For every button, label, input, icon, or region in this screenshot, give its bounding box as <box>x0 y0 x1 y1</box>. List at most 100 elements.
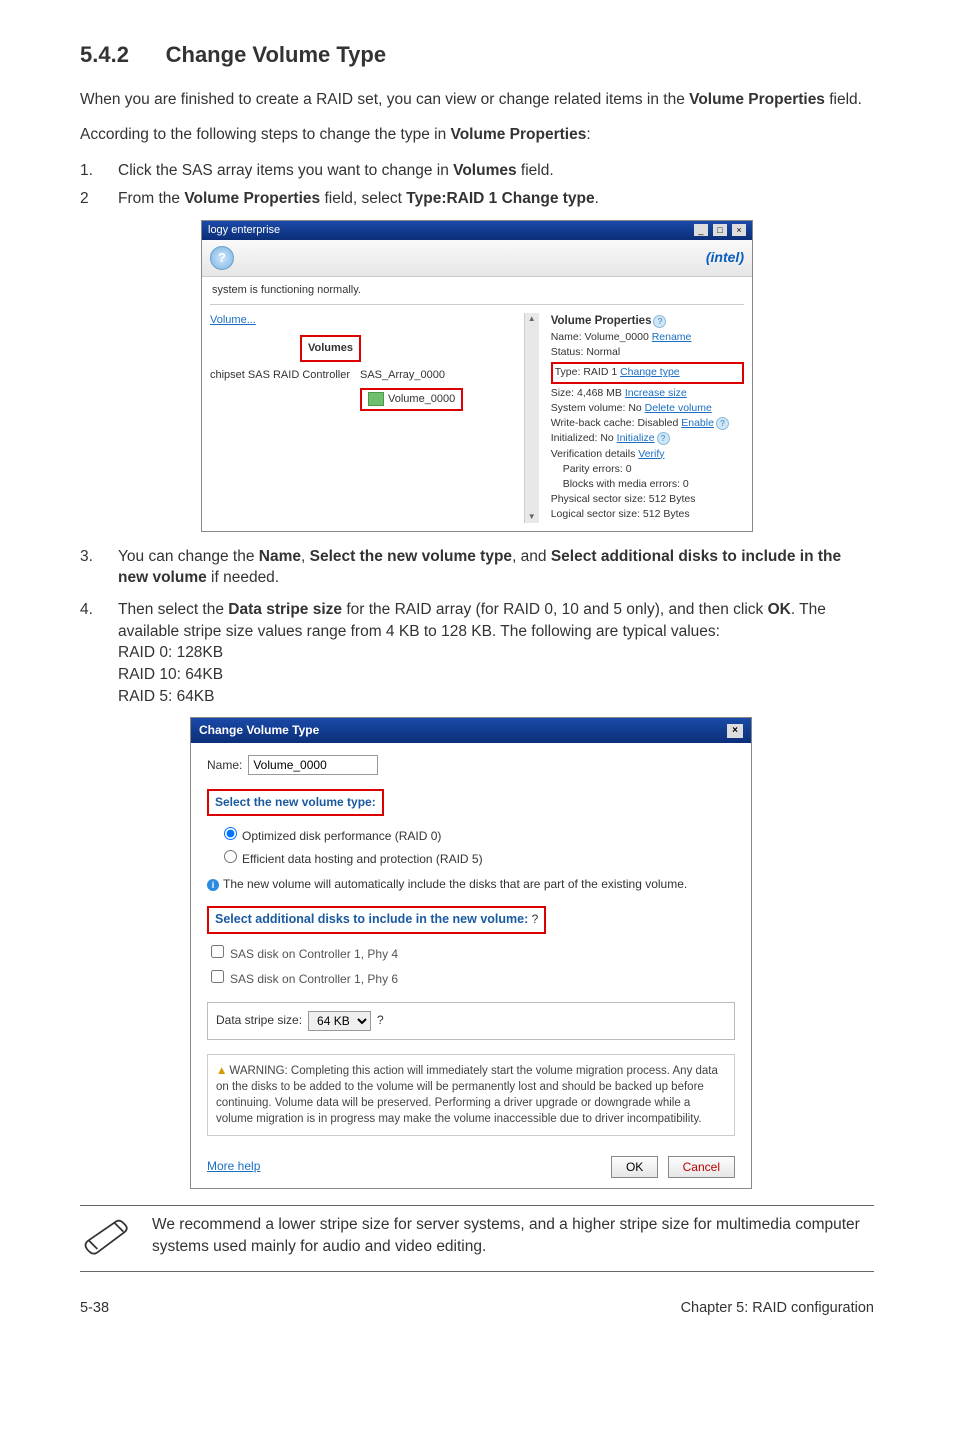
step-3: 3. You can change the Name, Select the n… <box>80 546 874 589</box>
delete-volume-link[interactable]: Delete volume <box>645 402 712 414</box>
checkbox-disk-1[interactable] <box>211 945 224 958</box>
dialog-footer: More help OK Cancel <box>207 1150 735 1178</box>
info-text: The new volume will automatically includ… <box>223 877 687 891</box>
section-title-text: Change Volume Type <box>166 42 386 67</box>
blocks-errors-value: Blocks with media errors: 0 <box>551 477 744 492</box>
volumes-header-highlight: Volumes <box>300 335 361 362</box>
enable-link[interactable]: Enable <box>681 417 714 429</box>
change-type-link[interactable]: Change type <box>620 366 680 378</box>
info-icon: i <box>207 879 219 891</box>
dialog-close-button[interactable]: × <box>727 724 743 738</box>
help-icon[interactable]: ? <box>377 1012 384 1029</box>
minimize-button[interactable]: _ <box>694 224 708 236</box>
disk-option-1-label: SAS disk on Controller 1, Phy 4 <box>230 947 398 961</box>
volume-item-highlight[interactable]: Volume_0000 <box>360 388 463 411</box>
physical-sector-value: Physical sector size: 512 Bytes <box>551 492 744 507</box>
step-2-b1: Volume Properties <box>184 190 320 207</box>
note-text: We recommend a lower stripe size for ser… <box>152 1214 874 1259</box>
name-value: Name: Volume_0000 <box>551 331 652 343</box>
screenshot-change-volume-type-dialog: Change Volume Type × Name: Select the ne… <box>190 717 752 1188</box>
step4-mid1: for the RAID array (for RAID 0, 10 and 5… <box>342 601 768 618</box>
warning-icon: ▲ <box>216 1065 227 1077</box>
step3-b1: Name <box>259 548 301 565</box>
additional-disks-header-highlight: Select additional disks to include in th… <box>207 906 546 934</box>
help-icon[interactable]: ? <box>716 417 729 430</box>
help-icon[interactable]: ? <box>657 432 670 445</box>
step-2: 2 From the Volume Properties field, sele… <box>80 188 874 210</box>
controller-label: chipset SAS RAID Controller <box>210 368 350 383</box>
raid-10-line: RAID 10: 64KB <box>118 664 874 686</box>
properties-panel: Volume Properties? Name: Volume_0000 Ren… <box>543 313 744 522</box>
checkbox-disk-2[interactable] <box>211 970 224 983</box>
step-4: 4. Then select the Data stripe size for … <box>80 599 874 707</box>
option-raid-5[interactable]: Efficient data hosting and protection (R… <box>219 847 735 868</box>
step3-b2: Select the new volume type <box>310 548 512 565</box>
volume-name-input[interactable] <box>248 755 378 775</box>
step-2-mid: field, select <box>320 190 406 207</box>
help-icon[interactable]: ? <box>210 246 234 270</box>
status-line: system is functioning normally. <box>202 277 752 304</box>
drive-icon <box>368 392 384 406</box>
option-raid-0[interactable]: Optimized disk performance (RAID 0) <box>219 824 735 845</box>
intro1-c: field. <box>825 91 862 108</box>
help-icon[interactable]: ? <box>653 315 666 328</box>
intro2-a: According to the following steps to chan… <box>80 126 451 143</box>
stripe-size-row: Data stripe size: 64 KB ? <box>207 1002 735 1040</box>
volume-link[interactable]: Volume... <box>210 313 256 328</box>
select-volume-type-label: Select the new volume type: <box>215 795 376 809</box>
toolbar: ? intel <box>202 240 752 277</box>
page-number: 5-38 <box>80 1298 109 1318</box>
close-button[interactable]: × <box>732 224 746 236</box>
warning-text: WARNING: Completing this action will imm… <box>216 1065 718 1125</box>
volume-item-label: Volume_0000 <box>388 392 455 407</box>
page-footer: 5-38 Chapter 5: RAID configuration <box>80 1298 874 1318</box>
raid-0-line: RAID 0: 128KB <box>118 642 874 664</box>
maximize-button[interactable]: □ <box>713 224 727 236</box>
parity-errors-value: Parity errors: 0 <box>551 462 744 477</box>
scrollbar[interactable]: ▲▼ <box>524 313 539 522</box>
sas-array-item[interactable]: SAS_Array_0000 <box>360 368 463 383</box>
section-heading: 5.4.2 Change Volume Type <box>80 40 874 71</box>
step-1: 1. Click the SAS array items you want to… <box>80 160 874 182</box>
step-2-pre: From the <box>118 190 184 207</box>
step-2-number: 2 <box>80 188 106 210</box>
intro2-c: : <box>586 126 590 143</box>
more-help-link[interactable]: More help <box>207 1158 260 1175</box>
name-label: Name: <box>207 757 242 774</box>
step-4-number: 4. <box>80 599 106 621</box>
step3-mid2: , and <box>512 548 551 565</box>
window-titlebar: logy enterprise _ □ × <box>202 221 752 240</box>
step-1-pre: Click the SAS array items you want to ch… <box>118 162 453 179</box>
intro-paragraph-1: When you are finished to create a RAID s… <box>80 89 874 111</box>
disk-option-2[interactable]: SAS disk on Controller 1, Phy 6 <box>207 967 735 988</box>
left-panel: Volume... Volumes chipset SAS RAID Contr… <box>210 313 520 522</box>
disk-option-2-label: SAS disk on Controller 1, Phy 6 <box>230 972 398 986</box>
ok-button[interactable]: OK <box>611 1156 658 1178</box>
raid-5-line: RAID 5: 64KB <box>118 686 874 708</box>
info-line: i The new volume will automatically inclu… <box>207 876 735 893</box>
note-row: We recommend a lower stripe size for ser… <box>80 1205 874 1273</box>
step3-mid1: , <box>301 548 310 565</box>
dialog-titlebar: Change Volume Type × <box>191 718 751 743</box>
name-row: Name: <box>207 755 735 775</box>
step4-pre: Then select the <box>118 601 228 618</box>
radio-raid-5[interactable] <box>224 850 237 863</box>
step-1-number: 1. <box>80 160 106 182</box>
intel-logo: intel <box>706 248 744 268</box>
increase-size-link[interactable]: Increase size <box>625 387 687 399</box>
verify-link[interactable]: Verify <box>638 448 664 460</box>
logical-sector-value: Logical sector size: 512 Bytes <box>551 507 744 522</box>
rename-link[interactable]: Rename <box>652 331 692 343</box>
disk-option-1[interactable]: SAS disk on Controller 1, Phy 4 <box>207 942 735 963</box>
window-buttons: _ □ × <box>692 223 746 238</box>
step3-post: if needed. <box>207 569 279 586</box>
stripe-size-select[interactable]: 64 KB <box>308 1011 371 1031</box>
props-title: Volume Properties <box>551 315 652 327</box>
type-row-highlight: Type: RAID 1 Change type <box>551 362 744 383</box>
step-1-bold: Volumes <box>453 162 516 179</box>
help-icon[interactable]: ? <box>532 912 539 926</box>
note-pencil-icon <box>80 1214 132 1264</box>
cancel-button[interactable]: Cancel <box>668 1156 735 1178</box>
initialize-link[interactable]: Initialize <box>617 432 655 444</box>
radio-raid-0[interactable] <box>224 827 237 840</box>
